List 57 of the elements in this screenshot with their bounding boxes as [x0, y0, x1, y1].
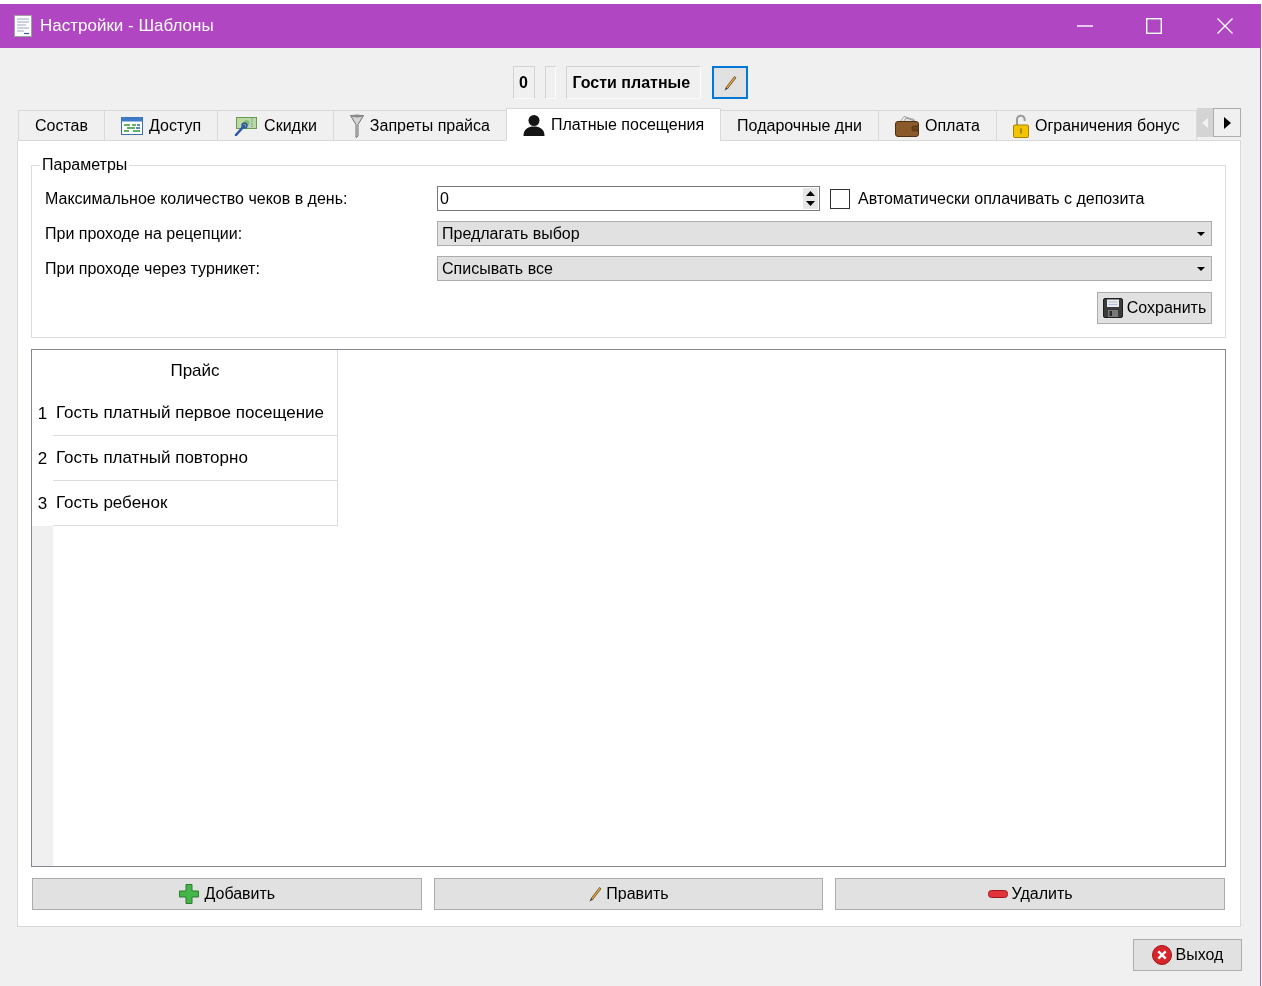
reception-dropdown[interactable]: Предлагать выбор — [437, 221, 1212, 246]
filter-icon — [349, 113, 364, 138]
close-icon[interactable] — [1217, 18, 1233, 34]
number-input[interactable]: 0 — [437, 186, 820, 211]
group-title: Параметры — [41, 156, 129, 174]
wallet-icon — [894, 114, 919, 137]
blank-field — [544, 66, 556, 99]
triangle-up-icon — [806, 190, 815, 196]
spin-down-button[interactable] — [803, 198, 818, 209]
delete-button[interactable]: Удалить — [835, 878, 1225, 910]
caret-down-icon — [1197, 231, 1205, 236]
caret-down-icon — [1197, 266, 1205, 271]
tab[interactable]: Оплата — [877, 110, 997, 141]
exit-button[interactable]: Выход — [1133, 939, 1242, 971]
row-number: 3 — [36, 492, 49, 515]
table-cell: Гость платный первое посещение — [53, 391, 338, 436]
save-button[interactable]: Сохранить — [1097, 292, 1212, 324]
tab[interactable]: Запреты прайса — [332, 110, 507, 141]
field-label: При проходе через турникет: — [45, 259, 261, 278]
turnstile-dropdown[interactable]: Списывать все — [437, 256, 1212, 281]
field-label: Максимальное количество чеков в день: — [45, 189, 349, 208]
maximize-icon[interactable] — [1146, 18, 1162, 34]
document-icon — [14, 15, 32, 37]
close-icon — [1151, 945, 1172, 965]
add-button[interactable]: Добавить — [32, 878, 422, 910]
column-header: Прайс — [53, 350, 338, 391]
person-icon — [522, 113, 545, 136]
plus-icon — [178, 883, 201, 905]
pencil-icon — [722, 74, 737, 91]
table-cell: Гость платный повторно — [53, 436, 338, 481]
tab[interactable]: Ограничения бонус — [996, 110, 1197, 141]
table-cell: Гость ребенок — [53, 481, 338, 526]
triangle-down-icon — [806, 201, 815, 207]
number-field: 0 — [512, 66, 535, 99]
tab[interactable]: Скидки — [217, 110, 334, 141]
checkbox-label: Автоматически оплачивать с депозита — [858, 189, 1145, 208]
checkbox[interactable] — [830, 188, 850, 209]
table-icon — [121, 116, 143, 135]
pencil-icon — [588, 886, 603, 902]
minus-icon — [987, 890, 1008, 898]
tab[interactable]: Подарочные дни — [720, 110, 879, 141]
scroll-right-button[interactable] — [1213, 108, 1241, 137]
caret-right-icon — [1223, 116, 1231, 129]
edit-name-button[interactable] — [711, 66, 748, 99]
caret-left-icon — [1202, 117, 1208, 128]
tab[interactable]: Доступ — [104, 110, 219, 141]
window-title: Настройки - Шаблоны — [40, 16, 214, 36]
row-number: 1 — [36, 402, 49, 425]
field-label: При проходе на рецепции: — [45, 224, 244, 243]
template-name-field: Гости платные — [565, 66, 701, 99]
spin-up-button[interactable] — [803, 188, 818, 199]
tab[interactable]: Состав — [18, 110, 105, 141]
row-number: 2 — [36, 447, 49, 470]
padlock-icon — [1013, 113, 1029, 138]
money-icon — [234, 115, 259, 136]
edit-button[interactable]: Править — [433, 878, 824, 910]
tab[interactable]: Платные посещения — [505, 108, 722, 141]
